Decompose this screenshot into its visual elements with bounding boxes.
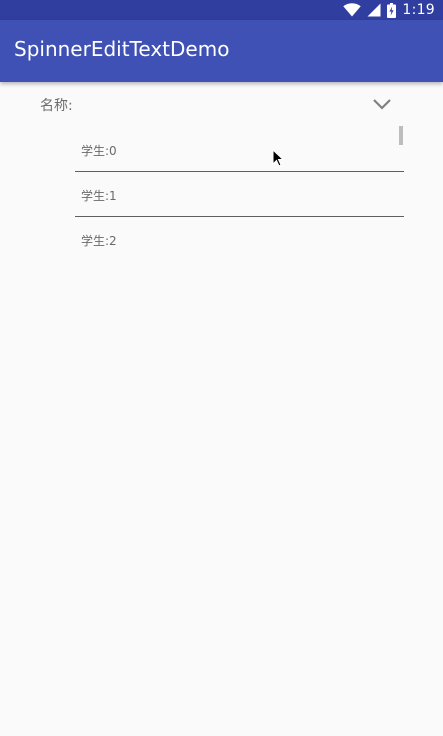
battery-charging-icon (387, 2, 397, 18)
dropdown-item-0[interactable]: 学生:0 (75, 126, 404, 172)
spinner-dropdown-button[interactable] (368, 92, 396, 116)
dropdown-item-label: 学生:2 (81, 234, 117, 248)
dropdown-item-label: 学生:0 (81, 144, 117, 158)
dropdown-item-1[interactable]: 学生:1 (75, 171, 404, 217)
app-bar: SpinnerEditTextDemo (0, 20, 443, 82)
status-icons: 1:19 (343, 0, 435, 20)
chevron-down-icon (372, 95, 392, 114)
status-bar: 1:19 (0, 0, 443, 20)
spinner-dropdown-list: 学生:0 学生:1 学生:2 (75, 124, 405, 260)
status-time: 1:19 (402, 2, 435, 18)
signal-icon (367, 3, 381, 17)
app-title: SpinnerEditTextDemo (14, 37, 230, 61)
dropdown-scrollbar[interactable] (399, 126, 403, 145)
wifi-icon (343, 3, 362, 17)
mouse-pointer-icon (272, 148, 285, 171)
dropdown-item-2[interactable]: 学生:2 (75, 216, 404, 261)
dropdown-item-label: 学生:1 (81, 189, 117, 203)
name-label: 名称: (40, 98, 73, 114)
